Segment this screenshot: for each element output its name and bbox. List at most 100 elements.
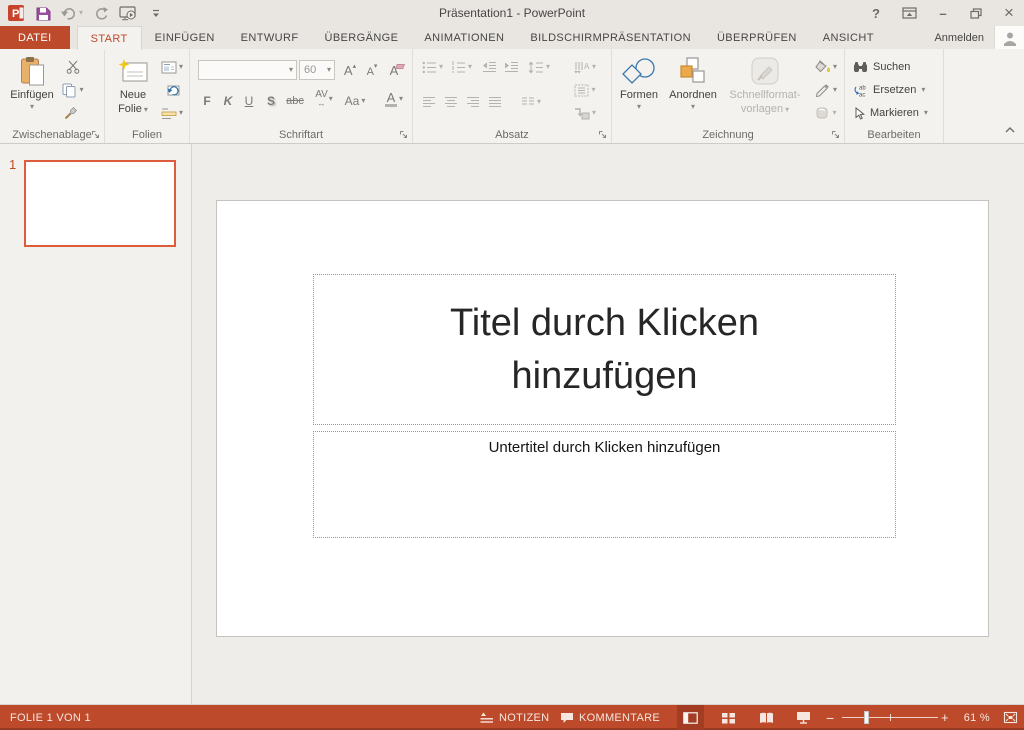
- group-label-drawing: Zeichnung: [612, 129, 844, 141]
- strikethrough-button[interactable]: abc: [283, 91, 307, 111]
- font-color-button[interactable]: A ▾: [380, 89, 408, 109]
- text-direction-button[interactable]: A ▾: [569, 56, 601, 78]
- paste-button[interactable]: Einfügen ▾: [6, 54, 58, 111]
- bold-button[interactable]: F: [198, 91, 216, 111]
- view-reading-button[interactable]: [753, 705, 780, 730]
- zoom-out-button[interactable]: −: [826, 705, 834, 730]
- zoom-in-button[interactable]: +: [941, 705, 949, 730]
- minimize-button[interactable]: –: [936, 4, 950, 22]
- justify-button[interactable]: [485, 91, 505, 113]
- redo-button[interactable]: [92, 3, 110, 23]
- replace-button[interactable]: abac Ersetzen ▾: [853, 81, 925, 99]
- group-drawing: Formen ▾ Anordnen ▾ Schnellformat- vorla…: [612, 49, 845, 143]
- quick-styles-icon: [750, 54, 780, 88]
- tab-bildschirmpraesentation[interactable]: BILDSCHIRMPRÄSENTATION: [517, 26, 704, 49]
- font-size-combo[interactable]: ▾: [299, 60, 335, 80]
- select-button[interactable]: Markieren ▾: [853, 104, 928, 122]
- dropdown-icon[interactable]: ▾: [79, 9, 83, 17]
- dropdown-icon: ▾: [785, 106, 789, 114]
- shape-effects-button[interactable]: ▾: [810, 102, 842, 124]
- line-spacing-button[interactable]: ▾: [525, 56, 553, 78]
- close-button[interactable]: ×: [1002, 4, 1016, 22]
- dropdown-icon: ▾: [439, 63, 443, 71]
- zoom-slider-handle[interactable]: [864, 711, 869, 724]
- main-area: 1 Titel durch Klicken hinzufügen Unterti…: [0, 144, 1024, 705]
- tab-entwurf[interactable]: ENTWURF: [228, 26, 312, 49]
- notes-button[interactable]: NOTIZEN: [480, 705, 549, 730]
- tab-einfuegen[interactable]: EINFÜGEN: [142, 26, 228, 49]
- subtitle-placeholder[interactable]: Untertitel durch Klicken hinzufügen: [313, 431, 896, 538]
- customize-qat-button[interactable]: [147, 3, 165, 23]
- tab-datei[interactable]: DATEI: [0, 26, 70, 49]
- columns-button[interactable]: ▾: [517, 91, 545, 113]
- format-painter-button[interactable]: [60, 102, 82, 124]
- copy-button[interactable]: ▾: [58, 79, 88, 101]
- shape-fill-button[interactable]: ▾: [810, 56, 842, 78]
- shape-outline-button[interactable]: ▾: [810, 79, 842, 101]
- change-case-button[interactable]: Aa ▾: [342, 91, 368, 111]
- save-button[interactable]: [34, 3, 52, 23]
- bullets-button[interactable]: ▾: [419, 56, 446, 78]
- quick-styles-label-line2: vorlagen: [741, 103, 783, 116]
- cursor-icon: [853, 107, 865, 120]
- slide-layout-button[interactable]: ▾: [157, 56, 187, 78]
- slide-thumbnail[interactable]: [24, 160, 176, 247]
- quick-styles-button[interactable]: Schnellformat- vorlagen ▾: [724, 54, 806, 116]
- character-spacing-button[interactable]: AV↔ ▾: [310, 89, 338, 109]
- zoom-level[interactable]: 61 %: [958, 705, 990, 730]
- title-placeholder[interactable]: Titel durch Klicken hinzufügen: [313, 274, 896, 425]
- view-slideshow-button[interactable]: [790, 705, 817, 730]
- tab-ansicht[interactable]: ANSICHT: [810, 26, 887, 49]
- reset-slide-button[interactable]: [157, 79, 187, 101]
- restore-button[interactable]: [969, 4, 983, 22]
- collapse-ribbon-button[interactable]: [1002, 123, 1018, 137]
- comment-icon: [560, 712, 574, 724]
- powerpoint-app-icon[interactable]: P: [7, 3, 25, 23]
- comments-button[interactable]: KOMMENTARE: [560, 705, 660, 730]
- new-slide-button[interactable]: Neue Folie ▾: [109, 54, 157, 116]
- font-size-input[interactable]: [300, 64, 327, 76]
- arrange-button[interactable]: Anordnen ▾: [664, 54, 722, 111]
- text-shadow-button[interactable]: S: [262, 91, 280, 111]
- dropdown-icon: ▾: [30, 103, 34, 111]
- numbering-button[interactable]: ▾: [448, 56, 475, 78]
- align-center-button[interactable]: [441, 91, 461, 113]
- cut-button[interactable]: [62, 56, 84, 78]
- group-label-font: Schriftart: [190, 129, 412, 141]
- help-button[interactable]: ?: [869, 4, 883, 22]
- tab-animationen[interactable]: ANIMATIONEN: [411, 26, 517, 49]
- decrease-indent-button[interactable]: [479, 56, 499, 78]
- dropdown-icon: ▾: [361, 97, 365, 105]
- dropdown-icon: ▾: [592, 63, 596, 71]
- title-placeholder-text: Titel durch Klicken hinzufügen: [385, 297, 825, 403]
- tab-uebergaenge[interactable]: ÜBERGÄNGE: [311, 26, 411, 49]
- fit-slide-to-window-button[interactable]: [997, 705, 1024, 730]
- tab-start[interactable]: START: [77, 26, 142, 50]
- section-button[interactable]: ▾: [157, 102, 187, 124]
- slide-page[interactable]: Titel durch Klicken hinzufügen Untertite…: [216, 200, 989, 637]
- avatar[interactable]: [994, 26, 1024, 49]
- view-normal-button[interactable]: [677, 705, 704, 730]
- sign-in-link[interactable]: Anmelden: [934, 32, 984, 44]
- convert-to-smartart-button[interactable]: ▾: [569, 102, 601, 124]
- italic-button[interactable]: K: [219, 91, 237, 111]
- ribbon-display-options-button[interactable]: [902, 4, 917, 22]
- shapes-button[interactable]: Formen ▾: [616, 54, 662, 111]
- find-button[interactable]: Suchen: [853, 58, 910, 76]
- start-from-beginning-button[interactable]: [119, 3, 138, 23]
- dropdown-icon: ▾: [179, 109, 183, 117]
- underline-button[interactable]: U: [240, 91, 258, 111]
- increase-font-size-button[interactable]: A▴: [340, 58, 360, 78]
- align-left-button[interactable]: [419, 91, 439, 113]
- clear-formatting-button[interactable]: A: [386, 58, 408, 78]
- decrease-font-size-button[interactable]: A▾: [362, 58, 382, 78]
- font-name-combo[interactable]: ▾: [198, 60, 297, 80]
- undo-button[interactable]: ▾: [61, 3, 83, 23]
- align-right-button[interactable]: [463, 91, 483, 113]
- dropdown-icon: ▾: [592, 109, 596, 117]
- font-name-input[interactable]: [199, 64, 289, 76]
- align-text-button[interactable]: ▾: [569, 79, 601, 101]
- view-slide-sorter-button[interactable]: [715, 705, 742, 730]
- increase-indent-button[interactable]: [501, 56, 521, 78]
- tab-ueberpruefen[interactable]: ÜBERPRÜFEN: [704, 26, 810, 49]
